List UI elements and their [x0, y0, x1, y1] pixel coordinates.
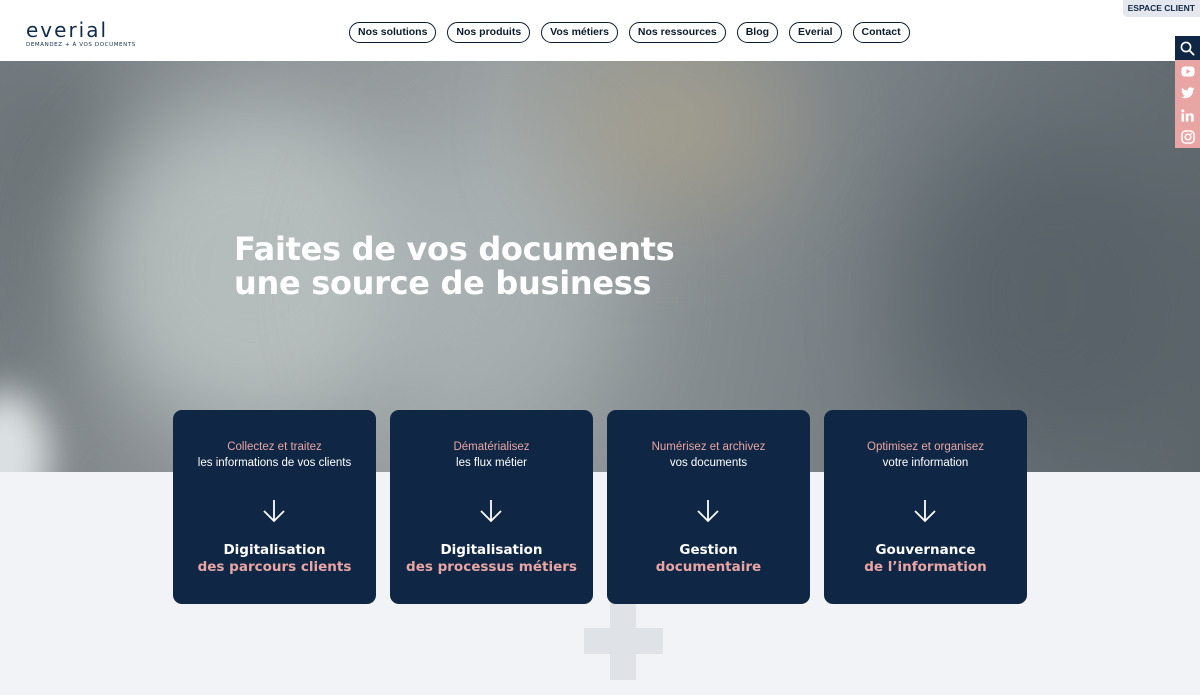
site-header: everial DEMANDEZ + À VOS DOCUMENTS Nos s… [0, 0, 1200, 61]
card-title-line-2: des processus métiers [406, 559, 577, 575]
nav-blog[interactable]: Blog [736, 22, 779, 43]
decorative-plus-shape [584, 628, 663, 654]
card-intro-text: votre information [882, 457, 969, 469]
linkedin-icon [1181, 108, 1194, 121]
card-intro: Collectez et traitez les informations de… [173, 439, 376, 471]
card-intro-accent: Optimisez et organisez [867, 441, 984, 453]
twitter-link[interactable] [1175, 82, 1200, 104]
arrow-down-icon [914, 500, 936, 523]
card-intro-text: vos documents [669, 457, 748, 469]
instagram-icon [1180, 130, 1195, 144]
card-title-line-1: Gestion [679, 542, 738, 558]
card-title: Digitalisation des parcours clients [173, 542, 376, 576]
nav-nos-solutions[interactable]: Nos solutions [349, 22, 437, 43]
logo-tagline: DEMANDEZ + À VOS DOCUMENTS [26, 42, 136, 48]
card-title-line-2: des parcours clients [197, 559, 352, 575]
card-intro: Numérisez et archivez vos documents [607, 439, 810, 471]
card-title-line-1: Gouvernance [875, 542, 976, 558]
nav-nos-ressources[interactable]: Nos ressources [628, 22, 726, 43]
arrow-down-icon [263, 500, 285, 523]
everial-logo[interactable]: everial DEMANDEZ + À VOS DOCUMENTS [26, 19, 136, 48]
search-icon [1180, 41, 1195, 56]
logo-wordmark: everial [26, 18, 109, 42]
card-parcours-clients[interactable]: Collectez et traitez les informations de… [173, 410, 376, 604]
nav-everial[interactable]: Everial [789, 22, 842, 43]
solution-cards: Collectez et traitez les informations de… [173, 410, 1027, 604]
card-gestion-documentaire[interactable]: Numérisez et archivez vos documents Gest… [607, 410, 810, 604]
card-intro-accent: Collectez et traitez [227, 441, 322, 453]
card-intro: Dématérialisez les flux métier [390, 439, 593, 471]
card-title-line-2: documentaire [655, 559, 762, 575]
hero-background-shape [0, 391, 50, 472]
card-title: Gestion documentaire [607, 542, 810, 576]
card-gouvernance-information[interactable]: Optimisez et organisez votre information… [824, 410, 1027, 604]
main-nav: Nos solutions Nos produits Vos métiers N… [349, 22, 910, 43]
nav-nos-produits[interactable]: Nos produits [447, 22, 531, 43]
linkedin-link[interactable] [1175, 104, 1200, 126]
nav-contact[interactable]: Contact [852, 22, 910, 43]
card-intro-accent: Numérisez et archivez [651, 441, 766, 453]
hero-title-line-2: une source de business [234, 264, 652, 302]
instagram-link[interactable] [1175, 126, 1200, 148]
card-intro-text: les flux métier [456, 457, 527, 469]
card-title: Digitalisation des processus métiers [390, 542, 593, 576]
twitter-icon [1180, 87, 1194, 99]
card-intro-text: les informations de vos clients [197, 457, 352, 469]
card-title: Gouvernance de l’information [824, 542, 1027, 576]
card-title-line-1: Digitalisation [223, 542, 326, 558]
hero-title-line-1: Faites de vos documents [234, 230, 675, 268]
arrow-down-icon [480, 500, 502, 523]
youtube-link[interactable] [1175, 60, 1200, 82]
card-intro-accent: Dématérialisez [453, 441, 530, 453]
arrow-down-icon [697, 500, 719, 523]
youtube-icon [1181, 66, 1194, 76]
search-button[interactable] [1175, 36, 1200, 60]
social-sidebar [1175, 36, 1200, 148]
card-title-line-2: de l’information [864, 559, 987, 575]
hero-title: Faites de vos documents une source de bu… [234, 230, 675, 302]
card-processus-metiers[interactable]: Dématérialisez les flux métier Digitalis… [390, 410, 593, 604]
nav-vos-metiers[interactable]: Vos métiers [541, 22, 618, 43]
card-intro: Optimisez et organisez votre information [824, 439, 1027, 471]
card-title-line-1: Digitalisation [440, 542, 543, 558]
espace-client-button[interactable]: ESPACE CLIENT [1122, 0, 1200, 17]
